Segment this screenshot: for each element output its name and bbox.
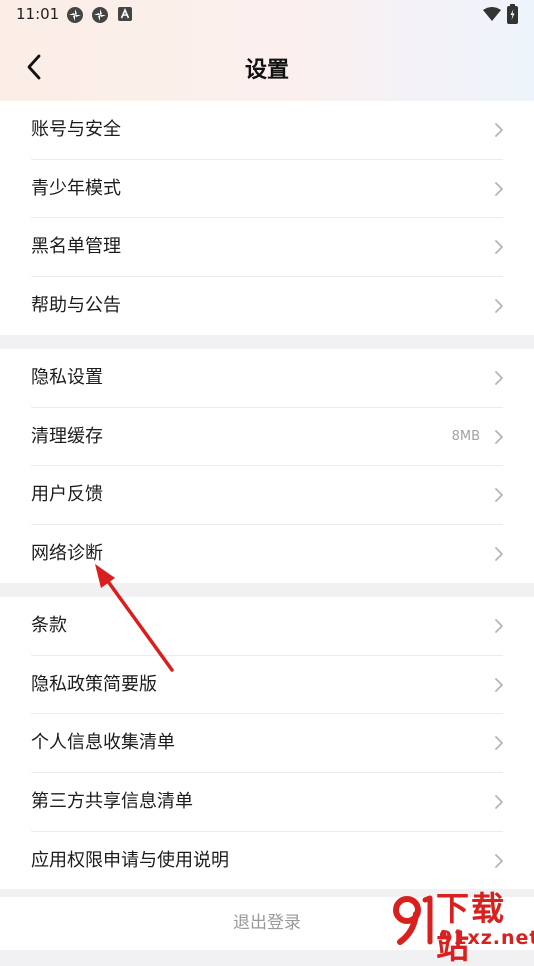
settings-item-label: 应用权限申请与使用说明 — [31, 849, 229, 871]
app-badge-icon — [92, 7, 108, 23]
settings-group-privacy: 隐私设置 清理缓存 8MB 用户反馈 网络诊断 — [0, 349, 534, 583]
cache-size-value: 8MB — [451, 428, 480, 444]
chevron-right-icon — [495, 677, 503, 692]
settings-item-blacklist[interactable]: 黑名单管理 — [0, 218, 534, 278]
settings-item-label: 个人信息收集清单 — [31, 732, 175, 754]
watermark-logo: 下载站 91xz.net — [390, 890, 534, 966]
chevron-right-icon — [495, 371, 503, 385]
chevron-right-icon — [495, 547, 503, 561]
chevron-right-icon — [495, 181, 503, 196]
chevron-right-icon — [495, 619, 503, 633]
settings-item-clear-cache[interactable]: 清理缓存 8MB — [0, 408, 534, 467]
status-bar: 11:01 — [0, 0, 534, 28]
chevron-right-icon — [495, 488, 503, 503]
settings-item-label: 隐私设置 — [31, 367, 103, 388]
watermark-domain: 91xz.net — [439, 927, 534, 949]
settings-group-legal: 条款 隐私政策简要版 个人信息收集清单 第三方共享信息清单 应用权限申请与使用说… — [0, 597, 534, 889]
settings-item-label: 用户反馈 — [31, 484, 103, 506]
battery-icon — [507, 4, 518, 24]
settings-item-label: 网络诊断 — [31, 543, 103, 565]
settings-item-privacy-policy-brief[interactable]: 隐私政策简要版 — [0, 656, 534, 715]
settings-item-help[interactable]: 帮助与公告 — [0, 277, 534, 336]
settings-group-account: 账号与安全 青少年模式 黑名单管理 帮助与公告 — [0, 101, 534, 335]
settings-item-terms[interactable]: 条款 — [0, 597, 534, 656]
settings-item-third-party-sharing[interactable]: 第三方共享信息清单 — [0, 773, 534, 832]
settings-item-network-diagnosis[interactable]: 网络诊断 — [0, 525, 534, 584]
settings-item-app-permissions[interactable]: 应用权限申请与使用说明 — [0, 832, 534, 891]
chevron-right-icon — [495, 736, 503, 751]
chevron-right-icon — [495, 853, 503, 868]
wifi-icon — [483, 7, 501, 21]
settings-item-account-security[interactable]: 账号与安全 — [0, 101, 534, 160]
settings-item-personal-info-list[interactable]: 个人信息收集清单 — [0, 714, 534, 774]
status-time: 11:01 — [16, 5, 60, 23]
watermark-91-logo-icon — [393, 895, 433, 945]
chevron-right-icon — [495, 429, 503, 444]
settings-item-privacy-settings[interactable]: 隐私设置 — [0, 349, 534, 408]
a-letter-icon — [118, 7, 132, 21]
settings-item-label: 帮助与公告 — [31, 295, 121, 317]
chevron-right-icon — [495, 240, 503, 255]
settings-item-feedback[interactable]: 用户反馈 — [0, 466, 534, 526]
settings-item-teen-mode[interactable]: 青少年模式 — [0, 160, 534, 219]
chevron-right-icon — [495, 795, 503, 809]
settings-item-label: 隐私政策简要版 — [31, 673, 157, 695]
settings-item-label: 清理缓存 — [31, 425, 103, 447]
chevron-right-icon — [495, 299, 503, 313]
settings-item-label: 第三方共享信息清单 — [31, 791, 193, 813]
settings-item-label: 账号与安全 — [31, 119, 121, 140]
settings-item-label: 黑名单管理 — [31, 236, 121, 258]
settings-item-label: 条款 — [31, 615, 67, 636]
settings-item-label: 青少年模式 — [31, 177, 121, 199]
page-title: 设置 — [244, 58, 289, 83]
nav-bar: 设置 — [0, 36, 534, 100]
app-badge-icon — [67, 7, 83, 23]
chevron-right-icon — [495, 123, 503, 137]
